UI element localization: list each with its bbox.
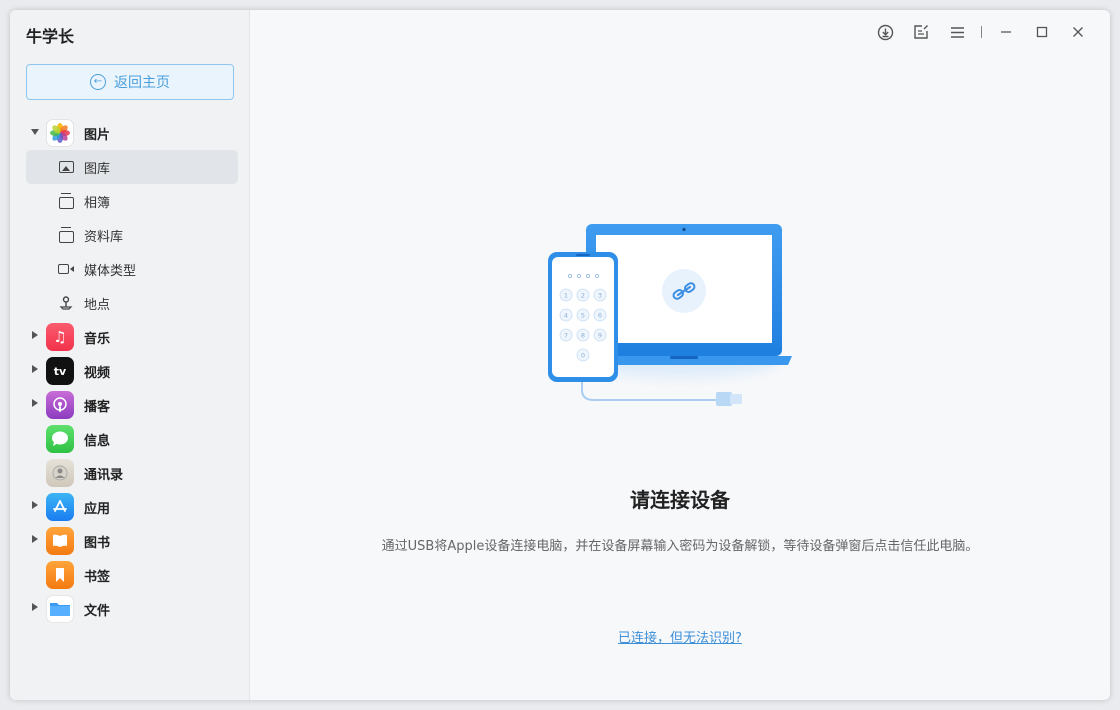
minimize-icon[interactable] xyxy=(988,20,1024,44)
svg-text:2: 2 xyxy=(581,292,585,300)
svg-text:3: 3 xyxy=(598,292,602,300)
sidebar-subitem-places[interactable]: 地点 xyxy=(26,286,238,320)
feedback-icon[interactable] xyxy=(903,20,939,44)
help-link[interactable]: 已连接，但无法识别? xyxy=(250,627,1110,646)
sidebar-item-books[interactable]: 图书 xyxy=(10,524,250,558)
sidebar-subitem-label: 地点 xyxy=(84,294,110,313)
sidebar-item-label: 图片 xyxy=(84,124,110,143)
sidebar: 牛学长 ← 返回主页 xyxy=(10,10,250,700)
app-window: 牛学长 ← 返回主页 xyxy=(10,10,1110,700)
back-home-button[interactable]: ← 返回主页 xyxy=(26,64,234,100)
sidebar-subitem-collections[interactable]: 资料库 xyxy=(26,218,238,252)
download-icon[interactable] xyxy=(867,20,903,44)
expand-arrow-icon[interactable] xyxy=(32,603,38,611)
location-pin-icon xyxy=(58,296,74,310)
svg-text:1: 1 xyxy=(564,292,568,300)
folder-icon xyxy=(46,595,74,623)
svg-text:0: 0 xyxy=(581,352,585,360)
svg-text:5: 5 xyxy=(581,312,585,320)
contacts-icon xyxy=(46,459,74,487)
svg-text:6: 6 xyxy=(598,312,602,320)
sidebar-item-label: 图书 xyxy=(84,532,110,551)
sidebar-item-apps[interactable]: 应用 xyxy=(10,490,250,524)
sidebar-item-label: 应用 xyxy=(84,498,110,517)
app-store-icon xyxy=(46,493,74,521)
library-icon xyxy=(58,228,74,242)
svg-text:4: 4 xyxy=(564,312,568,320)
title-bar xyxy=(867,20,1096,44)
sidebar-item-bookmarks[interactable]: 书签 xyxy=(10,558,250,592)
sidebar-subitem-label: 资料库 xyxy=(84,226,123,245)
maximize-icon[interactable] xyxy=(1024,20,1060,44)
sidebar-item-label: 视频 xyxy=(84,362,110,381)
video-camera-icon xyxy=(58,262,74,276)
photos-icon xyxy=(46,119,74,147)
expand-arrow-icon[interactable] xyxy=(32,535,38,543)
keypad-key: 5 xyxy=(577,309,589,321)
page-title: 请连接设备 xyxy=(250,484,1110,513)
sidebar-item-label: 文件 xyxy=(84,600,110,619)
sidebar-subitem-media-types[interactable]: 媒体类型 xyxy=(26,252,238,286)
connect-device-illustration: 1 2 3 4 5 6 7 8 9 0 xyxy=(540,220,800,420)
apple-tv-icon: tv xyxy=(46,357,74,385)
expand-arrow-icon[interactable] xyxy=(32,501,38,509)
keypad-key: 9 xyxy=(594,329,606,341)
sidebar-item-podcasts[interactable]: 播客 xyxy=(10,388,250,422)
svg-text:9: 9 xyxy=(598,332,602,340)
phone-icon: 1 2 3 4 5 6 7 8 9 0 xyxy=(548,252,618,382)
sidebar-item-label: 书签 xyxy=(84,566,110,585)
keypad-key: 2 xyxy=(577,289,589,301)
back-arrow-icon: ← xyxy=(90,74,106,90)
sidebar-nav: 图片 图库 相簿 资料库 媒体类型 地点 xyxy=(10,116,250,626)
keypad-key: 4 xyxy=(560,309,572,321)
expand-arrow-icon[interactable] xyxy=(32,331,38,339)
sidebar-item-contacts[interactable]: 通讯录 xyxy=(10,456,250,490)
album-icon xyxy=(58,194,74,208)
sidebar-subitem-label: 相簿 xyxy=(84,192,110,211)
main-panel: 1 2 3 4 5 6 7 8 9 0 请连接设备 通过USB将Apple设备连接电脑，并在设备屏… xyxy=(250,10,1110,700)
close-icon[interactable] xyxy=(1060,20,1096,44)
sidebar-subitem-label: 媒体类型 xyxy=(84,260,136,279)
music-icon: ♫ xyxy=(46,323,74,351)
sidebar-item-messages[interactable]: 信息 xyxy=(10,422,250,456)
sidebar-subitem-albums[interactable]: 相簿 xyxy=(26,184,238,218)
sidebar-item-label: 音乐 xyxy=(84,328,110,347)
messages-icon xyxy=(46,425,74,453)
sidebar-item-files[interactable]: 文件 xyxy=(10,592,250,626)
bookmark-icon xyxy=(46,561,74,589)
sidebar-item-label: 通讯录 xyxy=(84,464,123,483)
podcast-icon xyxy=(46,391,74,419)
expand-arrow-icon[interactable] xyxy=(32,365,38,373)
instruction-text: 通过USB将Apple设备连接电脑，并在设备屏幕输入密码为设备解锁，等待设备弹窗… xyxy=(250,535,1110,554)
titlebar-separator xyxy=(981,26,982,38)
books-icon xyxy=(46,527,74,555)
keypad-key: 3 xyxy=(594,289,606,301)
app-title: 牛学长 xyxy=(26,23,74,47)
keypad-key: 8 xyxy=(577,329,589,341)
sidebar-item-music[interactable]: ♫ 音乐 xyxy=(10,320,250,354)
keypad-key: 7 xyxy=(560,329,572,341)
sidebar-item-label: 信息 xyxy=(84,430,110,449)
sidebar-item-video[interactable]: tv 视频 xyxy=(10,354,250,388)
svg-text:8: 8 xyxy=(581,332,585,340)
expand-arrow-icon[interactable] xyxy=(32,399,38,407)
image-icon xyxy=(58,160,74,174)
sidebar-subitem-label: 图库 xyxy=(84,158,110,177)
menu-icon[interactable] xyxy=(939,20,975,44)
keypad-key: 6 xyxy=(594,309,606,321)
keypad-key: 0 xyxy=(577,349,589,361)
svg-text:7: 7 xyxy=(564,332,568,340)
sidebar-item-photos[interactable]: 图片 xyxy=(10,116,250,150)
sidebar-subitem-library[interactable]: 图库 xyxy=(26,150,238,184)
back-home-label: 返回主页 xyxy=(114,72,170,92)
sidebar-item-label: 播客 xyxy=(84,396,110,415)
keypad-key: 1 xyxy=(560,289,572,301)
expand-arrow-icon[interactable] xyxy=(31,129,39,135)
